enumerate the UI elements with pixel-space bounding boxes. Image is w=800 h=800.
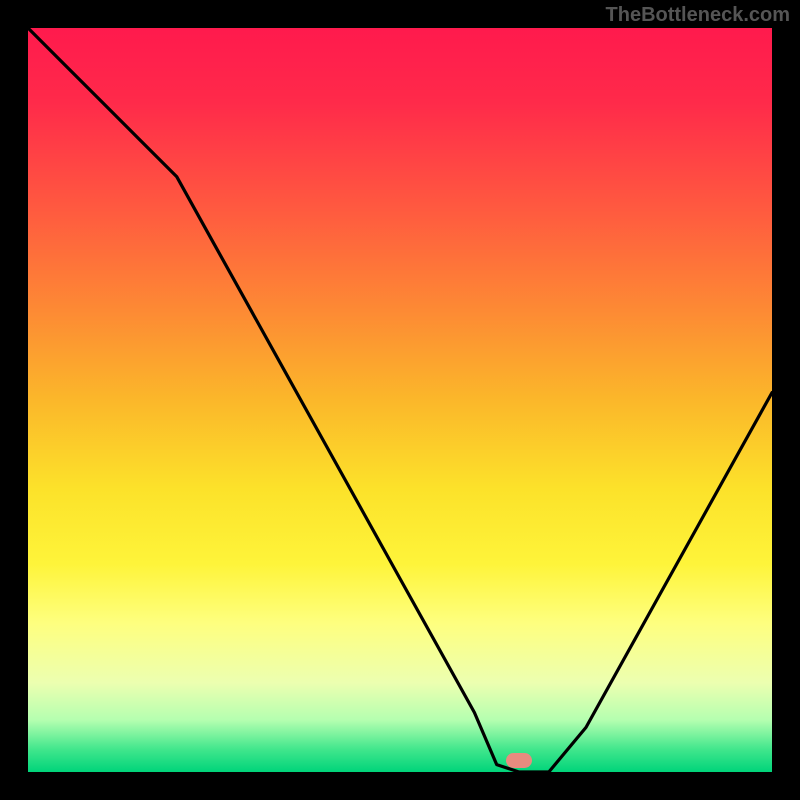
bottleneck-curve	[28, 28, 772, 772]
chart-container: TheBottleneck.com	[0, 0, 800, 800]
plot-area	[28, 28, 772, 772]
optimal-point-marker	[506, 753, 532, 768]
watermark-text: TheBottleneck.com	[606, 4, 790, 27]
